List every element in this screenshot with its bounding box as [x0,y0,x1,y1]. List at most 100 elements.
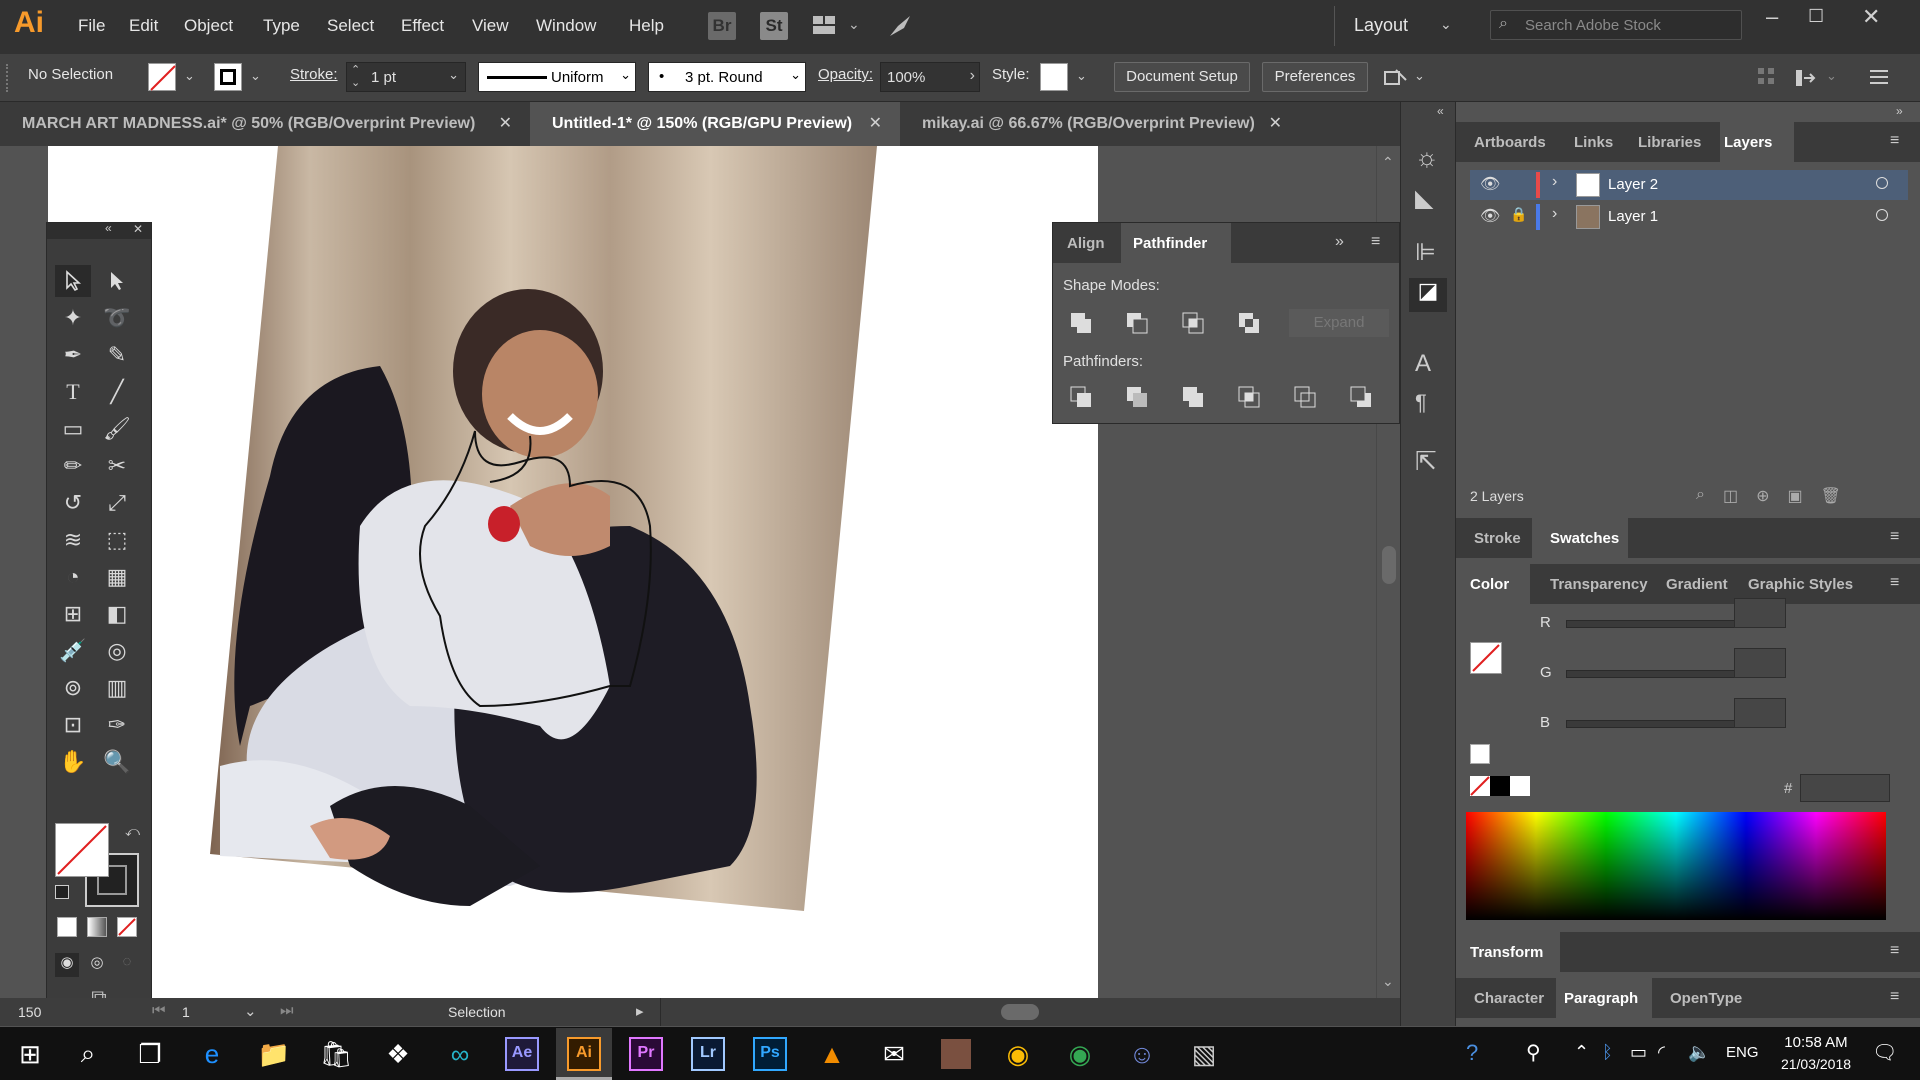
panel-menu-icon[interactable]: ≡ [1890,574,1899,592]
stepper-icon[interactable]: ⌃ ⌄ [351,64,360,90]
shaper-tool-icon[interactable]: ✏ [55,450,91,482]
character-styles-icon[interactable]: A [1415,350,1431,378]
arrange-documents-icon[interactable] [812,14,838,36]
tab-pathfinder[interactable]: Pathfinder [1133,235,1207,252]
pathfinder-panel-icon[interactable]: ◪ [1409,278,1447,312]
chevron-up-icon[interactable]: ⌃ [1574,1042,1589,1063]
first-artboard-icon[interactable]: ⏮ [152,1002,166,1019]
screenshot-icon[interactable]: ▧ [1184,1034,1224,1074]
slice-tool-icon[interactable]: ✑ [99,709,135,741]
align-panel-icon[interactable]: ⊫ [1415,238,1436,267]
panel-menu-icon[interactable]: ≡ [1890,942,1899,960]
unite-icon[interactable] [1069,311,1095,337]
tab-gradient[interactable]: Gradient [1666,576,1728,593]
chevron-down-icon[interactable]: ⌄ [448,67,459,83]
grip-handle[interactable] [6,64,10,92]
chevron-down-icon[interactable]: ⌄ [250,68,261,84]
tab-color[interactable]: Color [1470,576,1509,593]
mail-icon[interactable]: ✉ [874,1034,914,1074]
white-swatch[interactable] [1510,776,1530,796]
opacity-field[interactable]: 100% › [880,62,980,92]
photoshop-icon[interactable]: Ps [750,1034,790,1074]
column-graph-icon[interactable]: ▥ [99,672,135,704]
fill-stroke-widget[interactable]: ⤺ [55,823,147,913]
stroke-label[interactable]: Stroke: [290,66,338,83]
tab-links[interactable]: Links [1574,134,1613,151]
language-indicator[interactable]: ENG [1726,1044,1759,1061]
exclude-icon[interactable] [1237,311,1263,337]
battery-icon[interactable]: ▭ [1630,1042,1647,1063]
tab-libraries[interactable]: Libraries [1638,134,1701,151]
white-swatch[interactable] [1470,744,1490,764]
selection-tool-icon[interactable] [55,265,91,297]
bridge-button[interactable]: Br [708,12,736,40]
tab-paragraph[interactable]: Paragraph [1564,990,1638,1007]
brushes-icon[interactable]: ◣ [1415,184,1433,213]
chevron-right-icon[interactable]: ▸ [636,1002,644,1020]
line-tool-icon[interactable]: ╱ [99,376,135,408]
chevron-down-icon[interactable]: ⌄ [790,67,801,83]
free-transform-icon[interactable]: ⬚ [99,524,135,556]
visibility-eye-icon[interactable]: 👁 [1480,206,1500,226]
close-icon[interactable]: ✕ [499,102,512,146]
merge-icon[interactable] [1181,385,1207,411]
clock-date[interactable]: 21/03/2018 [1770,1056,1862,1072]
horizontal-scrollbar[interactable] [660,998,1376,1026]
toolbox-header[interactable]: « ✕ [47,221,151,239]
new-sublayer-icon[interactable]: ⊕ [1756,486,1769,506]
bluetooth-icon[interactable]: ᛒ [1602,1042,1613,1063]
minimize-icon[interactable]: – [1766,4,1778,30]
preferences-button[interactable]: Preferences [1262,62,1368,92]
gpu-performance-icon[interactable] [886,12,914,40]
symbol-sprayer-icon[interactable]: ⊚ [55,672,91,704]
menu-window[interactable]: Window [536,16,596,36]
panel-menu-icon[interactable]: ≡ [1890,988,1899,1006]
new-layer-icon[interactable]: ▣ [1788,486,1803,506]
brush-definition[interactable]: • 3 pt. Round ⌄ [648,62,806,92]
red-slider[interactable] [1566,620,1756,628]
align-icon[interactable] [1756,66,1776,88]
chevron-down-icon[interactable]: ⌄ [620,67,631,83]
file-explorer-icon[interactable]: 📁 [254,1034,294,1074]
scroll-thumb[interactable] [1001,1004,1039,1020]
color-spectrum[interactable] [1466,812,1886,920]
tab-align[interactable]: Align [1067,235,1105,252]
menu-edit[interactable]: Edit [129,16,158,36]
locate-object-icon[interactable]: ⌕ [1696,486,1705,506]
layer-name[interactable]: Layer 2 [1608,176,1658,193]
transform-icon[interactable] [1794,66,1818,90]
premiere-icon[interactable]: Pr [626,1034,666,1074]
close-icon[interactable]: ✕ [1269,102,1282,146]
trash-icon[interactable]: 🗑 [1821,486,1841,506]
variable-width-profile[interactable]: Uniform ⌄ [478,62,636,92]
magic-wand-icon[interactable]: ✦ [55,302,91,334]
artboard-number[interactable]: 1 [182,1004,190,1020]
expand-panel-icon[interactable]: » [1335,233,1344,251]
chevron-right-icon[interactable]: › [1552,173,1557,191]
tab-graphic-styles[interactable]: Graphic Styles [1748,576,1853,593]
edge-icon[interactable]: e [192,1034,232,1074]
menu-object[interactable]: Object [184,16,233,36]
outline-icon[interactable] [1293,385,1319,411]
wifi-icon[interactable]: ◜ [1658,1042,1665,1063]
stock-search-input[interactable]: ⌕ Search Adobe Stock [1490,10,1742,40]
after-effects-icon[interactable]: Ae [502,1034,542,1074]
layer-name[interactable]: Layer 1 [1608,208,1658,225]
discord-icon[interactable]: ☺ [1122,1034,1162,1074]
pen-tool-icon[interactable]: ✒ [55,339,91,371]
blue-slider[interactable] [1566,720,1756,728]
zoom-tool-icon[interactable]: 🔍 [99,746,135,778]
draw-behind-icon[interactable]: ◎ [85,953,109,977]
panel-menu-icon[interactable]: ≡ [1890,528,1899,546]
tab-untitled-1[interactable]: Untitled-1* @ 150% (RGB/GPU Preview) ✕ [530,102,900,146]
gradient-mode-icon[interactable] [87,917,107,937]
hex-field[interactable] [1800,774,1890,802]
red-value-field[interactable] [1734,598,1786,628]
close-icon[interactable]: ✕ [133,222,143,236]
panel-menu-icon[interactable] [1868,66,1890,88]
maximize-icon[interactable]: ☐ [1808,6,1824,27]
minus-back-icon[interactable] [1349,385,1375,411]
curvature-tool-icon[interactable]: ✎ [99,339,135,371]
close-icon[interactable]: ✕ [869,102,882,146]
graphic-style-swatch[interactable] [1040,63,1068,91]
